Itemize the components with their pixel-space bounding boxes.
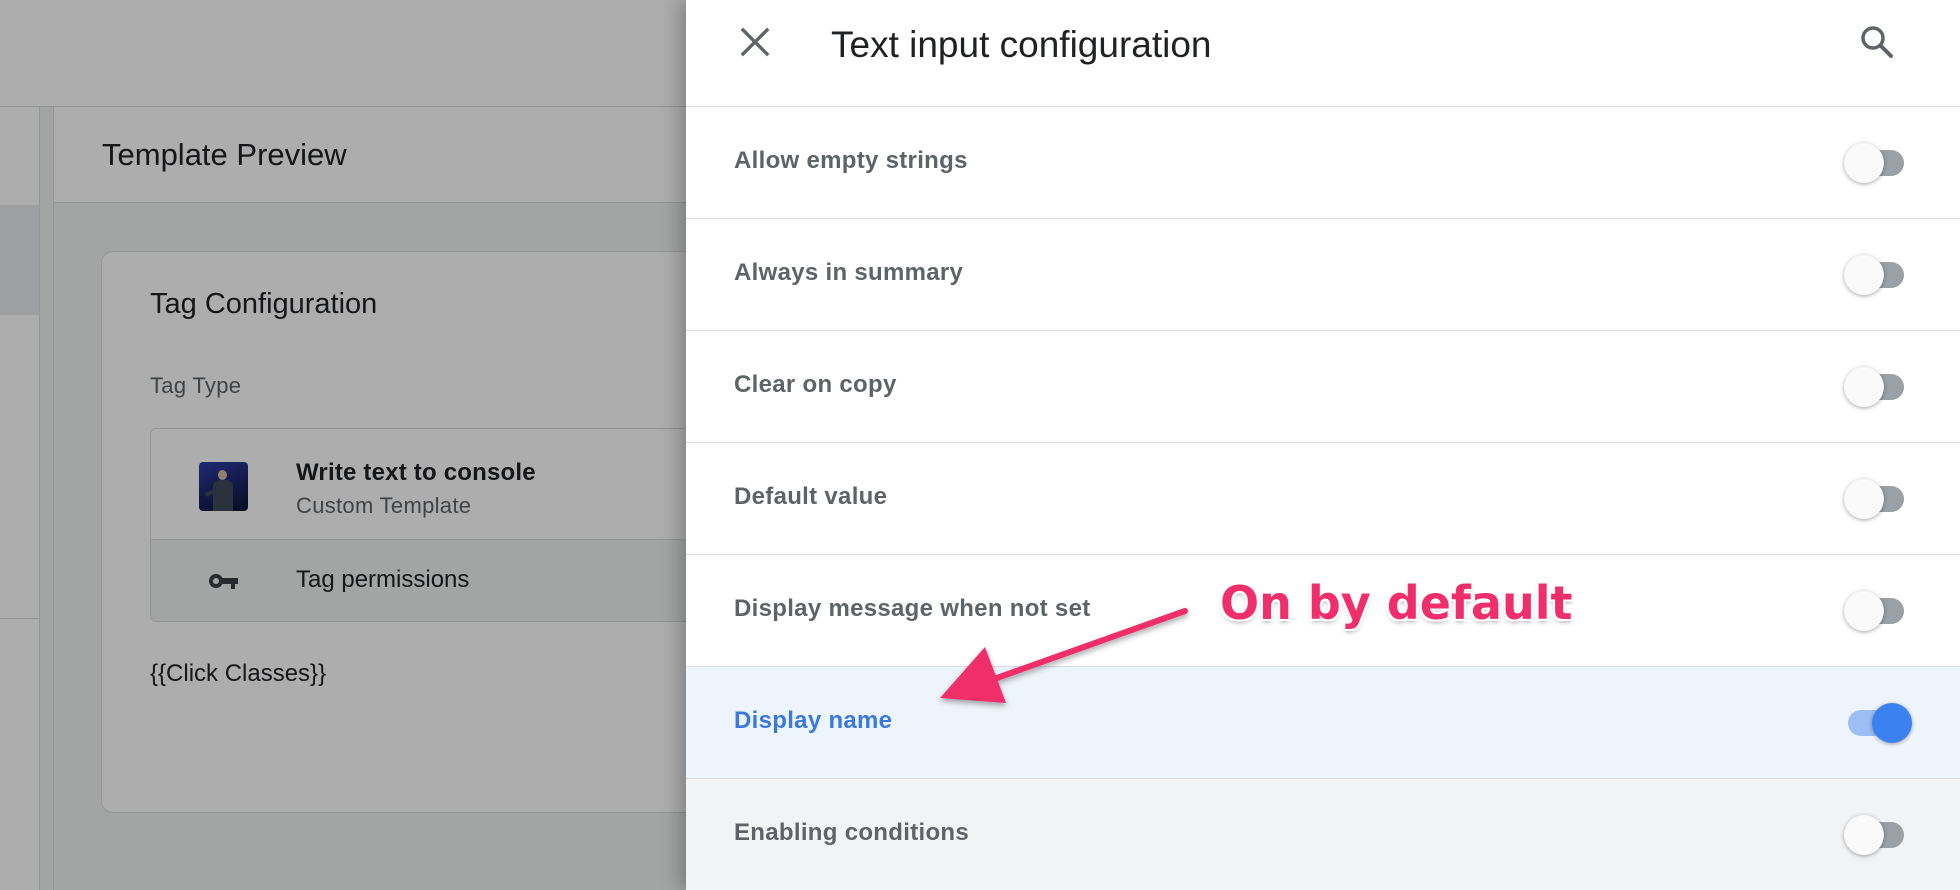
search-button[interactable] bbox=[1856, 21, 1898, 63]
always-in-summary-toggle[interactable] bbox=[1844, 255, 1904, 295]
allow-empty-strings-toggle[interactable] bbox=[1844, 143, 1904, 183]
setting-label: Clear on copy bbox=[734, 371, 897, 398]
setting-row-clear-on-copy[interactable]: Clear on copy bbox=[686, 331, 1960, 443]
close-button[interactable] bbox=[737, 24, 773, 60]
annotation-arrow-icon bbox=[940, 608, 1188, 703]
display-name-toggle[interactable] bbox=[1848, 703, 1912, 743]
panel-title: Text input configuration bbox=[831, 24, 1212, 65]
display-message-when-not-set-toggle[interactable] bbox=[1844, 591, 1904, 631]
setting-label: Display name bbox=[734, 707, 893, 734]
default-value-toggle[interactable] bbox=[1844, 479, 1904, 519]
panel-header: Text input configuration bbox=[686, 0, 1960, 107]
annotation-label: On by default bbox=[1220, 576, 1573, 630]
setting-label: Allow empty strings bbox=[734, 147, 968, 174]
close-icon bbox=[740, 27, 770, 57]
setting-label: Enabling conditions bbox=[734, 819, 970, 846]
modal-scrim[interactable] bbox=[0, 0, 686, 890]
setting-row-allow-empty-strings[interactable]: Allow empty strings bbox=[686, 107, 1960, 219]
setting-label: Always in summary bbox=[734, 259, 964, 286]
setting-row-enabling-conditions[interactable]: Enabling conditions bbox=[686, 779, 1960, 890]
setting-row-always-in-summary[interactable]: Always in summary bbox=[686, 219, 1960, 331]
search-icon bbox=[1861, 26, 1893, 58]
text-input-configuration-panel: Text input configuration Allow empty str… bbox=[686, 0, 1960, 890]
enabling-conditions-toggle[interactable] bbox=[1844, 815, 1904, 855]
setting-label: Default value bbox=[734, 483, 888, 510]
settings-list: Allow empty strings Always in summary Cl… bbox=[686, 107, 1960, 890]
background-app: Template Preview Tag Configuration Tag T… bbox=[0, 0, 686, 890]
clear-on-copy-toggle[interactable] bbox=[1844, 367, 1904, 407]
setting-row-default-value[interactable]: Default value bbox=[686, 443, 1960, 555]
setting-row-display-name[interactable]: Display name bbox=[686, 667, 1960, 779]
